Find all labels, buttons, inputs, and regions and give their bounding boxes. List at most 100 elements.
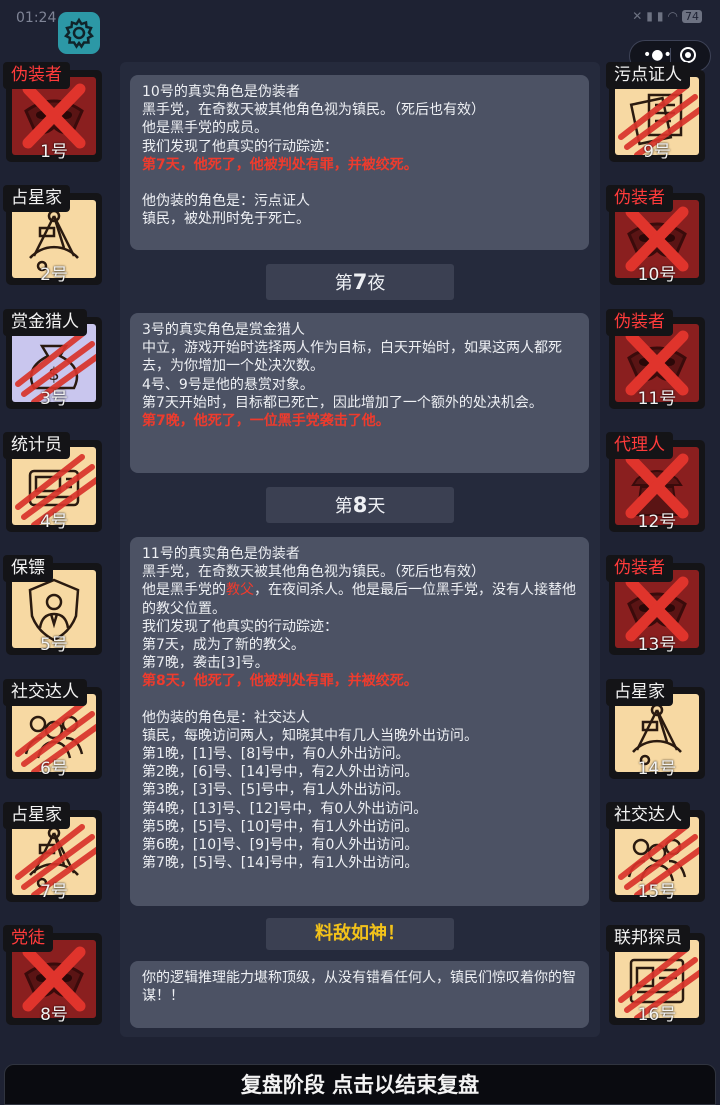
- phase-suffix: 天: [367, 496, 386, 517]
- night-visit-line: 第5晚，[5]号、[10]号中，有1人外出访问。: [142, 818, 419, 835]
- status-bar: 01:24 ✕▮▮◠ 74: [0, 0, 720, 40]
- silent-icon: ✕: [632, 9, 647, 23]
- end-replay-label: 复盘阶段 点击以结束复盘: [240, 1073, 480, 1097]
- player-number: 9号: [643, 142, 671, 162]
- player-card[interactable]: 污点证人 9号: [606, 62, 708, 162]
- phase-divider-day8: 第8天: [266, 487, 454, 523]
- role-label: 党徒: [3, 925, 53, 953]
- player-card[interactable]: 社交达人 15号: [606, 801, 708, 902]
- role-label: 统计员: [3, 431, 70, 459]
- player-number: 7号: [40, 881, 68, 902]
- player-card[interactable]: 保镖 5号: [3, 555, 105, 656]
- phase-prefix: 第: [334, 496, 353, 517]
- phase-divider-night7: 第7夜: [266, 264, 454, 300]
- battery-indicator: 74: [682, 10, 702, 23]
- player-card[interactable]: 占星家 14号: [606, 678, 708, 779]
- role-label: 占星家: [3, 185, 70, 213]
- role-label: 污点证人: [606, 62, 690, 89]
- log-line: 3号的真实角色是赏金猎人: [142, 322, 305, 338]
- end-replay-button[interactable]: 复盘阶段 点击以结束复盘: [4, 1064, 716, 1105]
- player-number: 10号: [637, 265, 677, 286]
- night-visit-line: 第3晚，[3]号、[5]号中，有1人外出访问。: [142, 782, 410, 799]
- close-circle-icon[interactable]: [680, 47, 696, 63]
- player-number: 5号: [40, 635, 68, 656]
- night-visit-line: 第4晚，[13]号、[12]号中，有0人外出访问。: [142, 800, 428, 817]
- log-line: 镇民，被处刑时免于死亡。: [142, 211, 310, 228]
- log-line: 4号、9号是他的悬赏对象。: [142, 376, 314, 393]
- result-title: 料敌如神！: [266, 918, 454, 950]
- player-card[interactable]: 党徒 8号: [3, 925, 105, 1026]
- death-line: 第7晚，他死了，一位黑手党袭击了他。: [142, 413, 390, 430]
- role-label: 占星家: [606, 678, 673, 706]
- log-line: 黑手党，在奇数天被其他角色视为镇民。（死后也有效）: [142, 102, 485, 119]
- log-card-3: 3号的真实角色是赏金猎人 中立，游戏开始时选择两人作为目标，白天开始时，如果这两…: [130, 313, 589, 473]
- log-line: 黑手党，在奇数天被其他角色视为镇民。（死后也有效）: [142, 564, 485, 581]
- log-line: 中立，游戏开始时选择两人作为目标，白天开始时，如果这两人都死去，为你增加一个处决…: [142, 340, 562, 375]
- gear-icon: [64, 17, 94, 49]
- player-number: 16号: [637, 1005, 677, 1026]
- player-number: 13号: [637, 635, 677, 656]
- role-label: 伪装者: [3, 62, 70, 89]
- role-label: 占星家: [3, 801, 70, 829]
- role-label: 社交达人: [606, 801, 690, 829]
- log-line: 我们发现了他真实的行动踪迹：: [142, 138, 338, 155]
- log-text: 他是黑手党的: [142, 582, 226, 599]
- log-line: 镇民，每晚访问两人，知晓其中有几人当晚外出访问。: [142, 727, 478, 744]
- role-label: 伪装者: [606, 308, 673, 336]
- result-text: 你的逻辑推理能力堪称顶级，从没有错看任何人，镇民们惊叹着你的智谋！！: [142, 970, 576, 1005]
- badge-icon: [629, 958, 685, 1004]
- player-card[interactable]: 代理人 12号: [606, 431, 708, 532]
- log-line: 他伪装的角色是：社交达人: [142, 709, 310, 726]
- player-number: 15号: [637, 881, 677, 902]
- log-line: 第7天开始时，目标都已死亡，因此增加了一个额外的处决机会。: [142, 394, 543, 411]
- wifi-icon: ◠: [667, 9, 682, 23]
- log-line: 11号的真实角色是伪装者: [142, 546, 300, 562]
- role-label: 保镖: [3, 555, 53, 583]
- log-line: 第7天，成为了新的教父。: [142, 637, 305, 654]
- phase-prefix: 第: [334, 273, 353, 294]
- night-visit-line: 第2晚，[6]号、[14]号中，有2人外出访问。: [142, 764, 419, 781]
- player-card[interactable]: 社交达人 6号: [3, 678, 105, 779]
- signal-icon: ▮▮: [646, 9, 668, 23]
- player-card[interactable]: $赏金猎人3号: [3, 308, 105, 409]
- player-card[interactable]: 伪装者 13号: [606, 555, 708, 656]
- player-card[interactable]: 伪装者 10号: [606, 185, 708, 286]
- player-number: 1号: [40, 142, 68, 162]
- phase-suffix: 夜: [367, 273, 386, 294]
- player-card[interactable]: 联邦探员 16号: [606, 925, 708, 1026]
- phase-number: 8: [352, 493, 368, 517]
- player-card[interactable]: 占星家 7号: [3, 801, 105, 902]
- player-number: 3号: [40, 388, 68, 409]
- role-label: 联邦探员: [606, 925, 690, 953]
- log-line: 我们发现了他真实的行动踪迹：: [142, 618, 338, 635]
- settings-button[interactable]: [58, 12, 100, 54]
- night-visit-line: 第1晚，[1]号、[8]号中，有0人外出访问。: [142, 746, 410, 763]
- player-card[interactable]: 占星家 2号: [3, 185, 105, 286]
- result-card: 你的逻辑推理能力堪称顶级，从没有错看任何人，镇民们惊叹着你的智谋！！: [130, 961, 589, 1028]
- role-label: 伪装者: [606, 555, 673, 583]
- role-label: 赏金猎人: [3, 308, 87, 336]
- role-label: 伪装者: [606, 185, 673, 213]
- more-dots-icon[interactable]: •●•: [643, 47, 672, 63]
- player-number: 14号: [637, 758, 677, 779]
- player-number: 12号: [637, 511, 677, 532]
- death-line: 第7天，他死了，他被判处有罪，并被绞死。: [142, 156, 418, 173]
- log-line: 第7晚，袭击[3]号。: [142, 655, 269, 672]
- player-number: 4号: [40, 511, 68, 532]
- phase-number: 7: [352, 270, 368, 294]
- role-label: 代理人: [606, 431, 673, 459]
- player-number: 2号: [40, 265, 68, 286]
- player-number: 8号: [40, 1005, 68, 1026]
- player-card[interactable]: 统计员 4号: [3, 431, 105, 532]
- log-line: 10号的真实角色是伪装者: [142, 84, 300, 100]
- log-card-11: 11号的真实角色是伪装者 黑手党，在奇数天被其他角色视为镇民。（死后也有效） 他…: [130, 537, 589, 906]
- player-card[interactable]: 伪装者 1号: [3, 62, 105, 162]
- result-title-text: 料敌如神！: [315, 923, 405, 944]
- status-icons: ✕▮▮◠ 74: [632, 9, 702, 23]
- log-line: 他是黑手党的成员。: [142, 120, 268, 137]
- death-line: 第8天，他死了，他被判处有罪，并被绞死。: [142, 673, 418, 690]
- player-number: 6号: [40, 758, 68, 779]
- role-label: 社交达人: [3, 678, 87, 706]
- night-visit-line: 第6晚，[10]号、[9]号中，有0人外出访问。: [142, 837, 419, 854]
- player-card[interactable]: 伪装者 11号: [606, 308, 708, 409]
